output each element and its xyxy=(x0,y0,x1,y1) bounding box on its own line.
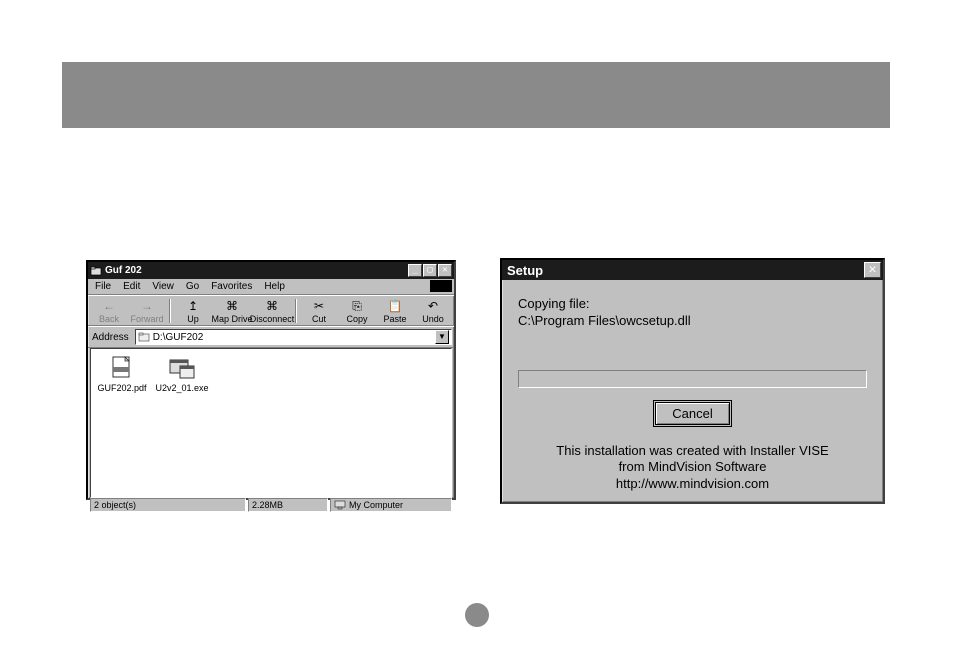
minimize-button[interactable]: _ xyxy=(408,264,422,277)
address-bar: Address D:\GUF202 ▼ xyxy=(88,326,454,348)
status-objects: 2 object(s) xyxy=(90,498,246,512)
address-text: D:\GUF202 xyxy=(153,332,204,343)
copy-button[interactable]: ⎘Copy xyxy=(338,298,376,324)
cut-icon: ✂ xyxy=(310,298,328,314)
map-drive-button[interactable]: ⌘Map Drive xyxy=(212,298,252,324)
cancel-button[interactable]: Cancel xyxy=(655,402,729,425)
map-drive-icon: ⌘ xyxy=(223,298,241,314)
setup-close-button[interactable]: ✕ xyxy=(864,262,881,278)
copy-icon: ⎘ xyxy=(348,298,366,314)
up-icon: ↥ xyxy=(184,298,202,314)
exe-file-icon-label: U2v2_01.exe xyxy=(155,383,208,393)
undo-button[interactable]: ↶Undo xyxy=(414,298,452,324)
copying-label: Copying file: xyxy=(518,296,867,311)
setup-titlebar[interactable]: Setup ✕ xyxy=(502,260,883,280)
file-pane[interactable]: GUF202.pdf U2v2_01.exe xyxy=(90,348,452,498)
back-button-label: Back xyxy=(99,315,119,324)
setup-title: Setup xyxy=(504,263,863,278)
status-bar: 2 object(s) 2.28MB My Computer xyxy=(88,498,454,513)
credits-line-2: from MindVision Software xyxy=(518,459,867,475)
forward-icon: → xyxy=(138,298,156,314)
explorer-window: Guf 202 _ ▢ ✕ File Edit View Go Favorite… xyxy=(86,260,456,500)
page-header-bar xyxy=(62,62,890,128)
disconnect-icon: ⌘ xyxy=(263,298,281,314)
throbber-icon xyxy=(430,280,452,292)
credits-line-1: This installation was created with Insta… xyxy=(518,443,867,459)
paste-icon: 📋 xyxy=(386,298,404,314)
paste-button[interactable]: 📋Paste xyxy=(376,298,414,324)
explorer-app-icon xyxy=(90,265,102,277)
toolbar: ←Back→Forward↥Up⌘Map Drive⌘Disconnect✂Cu… xyxy=(88,295,454,326)
up-button-label: Up xyxy=(187,315,199,324)
forward-button: →Forward xyxy=(128,298,166,324)
progress-bar xyxy=(518,370,867,388)
disconnect-button[interactable]: ⌘Disconnect xyxy=(252,298,292,324)
address-label: Address xyxy=(90,332,131,343)
address-input[interactable]: D:\GUF202 ▼ xyxy=(135,329,452,345)
folder-icon xyxy=(138,331,150,343)
installer-credits: This installation was created with Insta… xyxy=(518,443,867,492)
pdf-file-icon-label: GUF202.pdf xyxy=(97,383,146,393)
cut-button[interactable]: ✂Cut xyxy=(300,298,338,324)
explorer-titlebar[interactable]: Guf 202 _ ▢ ✕ xyxy=(88,262,454,279)
explorer-title: Guf 202 xyxy=(105,265,407,276)
menu-help[interactable]: Help xyxy=(259,280,290,293)
up-button[interactable]: ↥Up xyxy=(174,298,212,324)
status-location: My Computer xyxy=(330,498,452,512)
pdf-file-icon-glyph xyxy=(107,355,137,381)
disconnect-button-label: Disconnect xyxy=(250,315,295,324)
copying-path: C:\Program Files\owcsetup.dll xyxy=(518,313,867,328)
copy-button-label: Copy xyxy=(346,315,367,324)
toolbar-separator xyxy=(295,299,297,323)
menu-edit[interactable]: Edit xyxy=(118,280,145,293)
status-location-text: My Computer xyxy=(349,499,403,511)
credits-line-3: http://www.mindvision.com xyxy=(518,476,867,492)
close-button[interactable]: ✕ xyxy=(438,264,452,277)
my-computer-icon xyxy=(334,499,346,511)
page-number-dot xyxy=(465,603,489,627)
menu-go[interactable]: Go xyxy=(181,280,204,293)
back-button: ←Back xyxy=(90,298,128,324)
back-icon: ← xyxy=(100,298,118,314)
status-size: 2.28MB xyxy=(248,498,328,512)
pdf-file-icon[interactable]: GUF202.pdf xyxy=(97,355,147,393)
undo-button-label: Undo xyxy=(422,315,444,324)
exe-file-icon[interactable]: U2v2_01.exe xyxy=(157,355,207,393)
menu-bar: File Edit View Go Favorites Help xyxy=(88,279,454,295)
undo-icon: ↶ xyxy=(424,298,442,314)
exe-file-icon-glyph xyxy=(167,355,197,381)
maximize-button[interactable]: ▢ xyxy=(423,264,437,277)
setup-dialog: Setup ✕ Copying file: C:\Program Files\o… xyxy=(500,258,885,504)
menu-view[interactable]: View xyxy=(147,280,179,293)
menu-file[interactable]: File xyxy=(90,280,116,293)
address-dropdown-button[interactable]: ▼ xyxy=(435,330,449,344)
paste-button-label: Paste xyxy=(383,315,406,324)
toolbar-separator xyxy=(169,299,171,323)
menu-favorites[interactable]: Favorites xyxy=(206,280,257,293)
map-drive-button-label: Map Drive xyxy=(212,315,253,324)
forward-button-label: Forward xyxy=(130,315,163,324)
cut-button-label: Cut xyxy=(312,315,326,324)
